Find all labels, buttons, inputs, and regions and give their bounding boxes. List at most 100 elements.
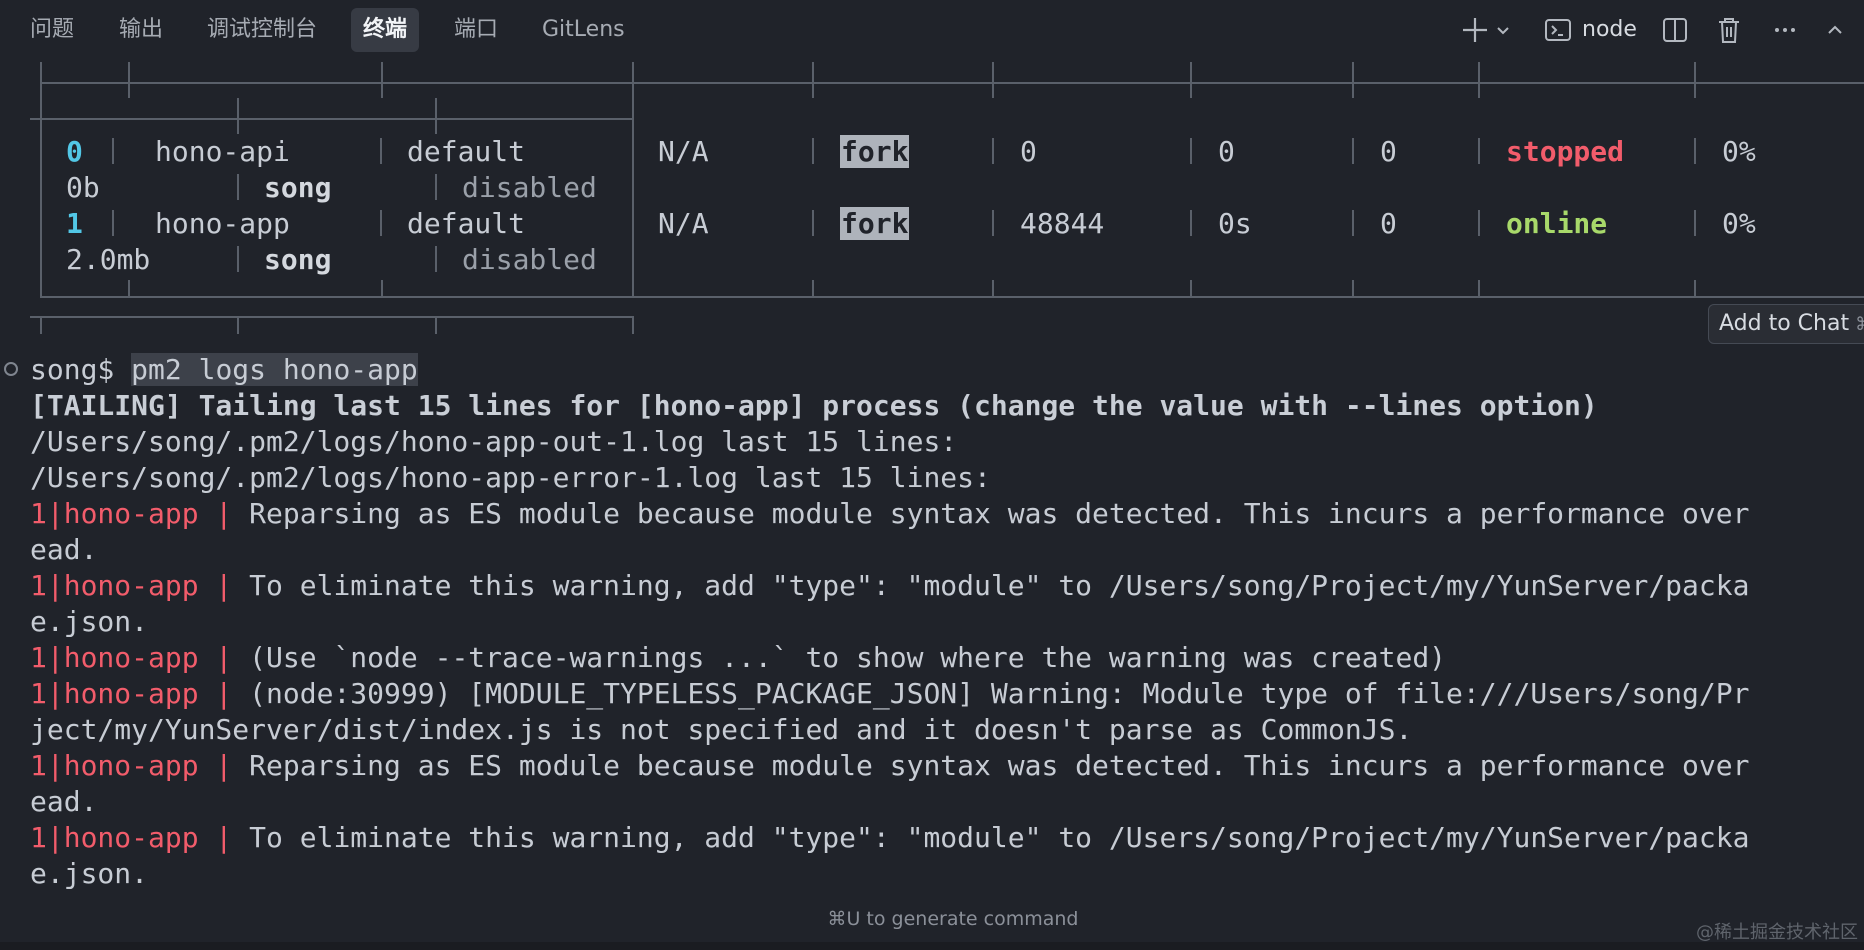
col-sep — [1190, 210, 1192, 236]
col-tick — [1190, 62, 1192, 98]
process-namespace: default — [407, 207, 526, 240]
log-line: ject/my/YunServer/dist/index.js is not s… — [30, 712, 1749, 748]
process-mem: 0b — [66, 171, 100, 204]
command-text: pm2 logs hono-app — [131, 353, 418, 386]
col-tick — [128, 280, 130, 296]
command-line: song$ pm2 logs hono-app — [30, 352, 1749, 388]
col-tick — [1478, 280, 1480, 296]
col-sep — [435, 246, 437, 272]
col-tick — [1190, 280, 1192, 296]
process-user: song — [264, 171, 332, 204]
col-sep — [1694, 210, 1696, 236]
process-mode: fork — [840, 134, 910, 170]
col-tick — [812, 62, 814, 98]
log-text: (node:30999) [MODULE_TYPELESS_PACKAGE_JS… — [249, 677, 1750, 710]
log-prefix: 1|hono-app | — [30, 497, 250, 530]
col-sep — [1352, 138, 1354, 164]
log-prefix: 1|hono-app | — [30, 677, 250, 710]
col-tick — [1694, 280, 1696, 296]
process-pid: 0 — [1020, 135, 1037, 168]
log-prefix: 1|hono-app | — [30, 641, 250, 674]
col-sep — [812, 210, 814, 236]
process-uptime: 0 — [1218, 135, 1235, 168]
log-line: 1|hono-app | To eliminate this warning, … — [30, 820, 1749, 856]
col-tick — [435, 98, 437, 134]
terminal-name[interactable]: node — [1582, 14, 1637, 46]
col-tick — [435, 316, 437, 334]
log-prefix: 1|hono-app | — [30, 569, 250, 602]
tailing-line: [TAILING] Tailing last 15 lines for [hon… — [30, 389, 1598, 422]
mode-badge: fork — [840, 207, 910, 240]
out-log-path: /Users/song/.pm2/logs/hono-app-out-1.log… — [30, 425, 958, 458]
chevron-down-icon[interactable] — [1494, 12, 1512, 48]
tab-terminal[interactable]: 终端 — [351, 8, 420, 52]
col-tick — [237, 316, 239, 334]
col-tick — [128, 62, 130, 98]
process-restarts: 0 — [1380, 135, 1397, 168]
log-text: To eliminate this warning, add "type": "… — [249, 821, 1750, 854]
col-sep — [380, 210, 382, 236]
process-version: N/A — [658, 135, 709, 168]
chevron-up-icon[interactable] — [1822, 12, 1848, 48]
col-sep — [435, 174, 437, 200]
tab-debug-console[interactable]: 调试控制台 — [195, 8, 329, 52]
table-border-mid — [632, 62, 634, 296]
command-status-icon[interactable] — [4, 362, 18, 376]
process-version: N/A — [658, 207, 709, 240]
tab-ports[interactable]: 端口 — [442, 8, 510, 52]
log-line: 1|hono-app | Reparsing as ES module beca… — [30, 496, 1749, 532]
trash-icon[interactable] — [1714, 12, 1744, 48]
col-tick — [1352, 280, 1354, 296]
col-tick — [812, 280, 814, 296]
log-line: 1|hono-app | Reparsing as ES module beca… — [30, 748, 1749, 784]
col-sep — [112, 138, 114, 164]
tab-output[interactable]: 输出 — [107, 8, 175, 52]
log-text: ead. — [30, 533, 98, 566]
log-text: e.json. — [30, 605, 149, 638]
panel-tab-bar: 问题 输出 调试控制台 终端 端口 GitLens node — [0, 0, 1864, 62]
process-pid: 48844 — [1020, 207, 1105, 240]
terminal-icon[interactable] — [1543, 12, 1573, 48]
plus-icon[interactable] — [1460, 12, 1490, 48]
add-to-chat-tooltip[interactable]: Add to Chat⌘ — [1708, 304, 1864, 344]
ellipsis-icon[interactable] — [1770, 12, 1800, 48]
col-tick — [1694, 62, 1696, 98]
process-mem: 2.0mb — [66, 243, 151, 276]
process-cpu: 0% — [1722, 135, 1756, 168]
process-watching: disabled — [462, 243, 597, 276]
process-restarts: 0 — [1380, 207, 1397, 240]
err-log-path: /Users/song/.pm2/logs/hono-app-error-1.l… — [30, 461, 991, 494]
split-icon[interactable] — [1660, 12, 1690, 48]
process-status: online — [1506, 207, 1608, 240]
col-tick — [40, 316, 42, 334]
process-name: hono-app — [155, 207, 290, 240]
process-mode: fork — [840, 206, 910, 242]
table-border-footer — [30, 316, 634, 318]
log-text: e.json. — [30, 857, 149, 890]
log-line: 1|hono-app | To eliminate this warning, … — [30, 568, 1749, 604]
col-sep — [992, 210, 994, 236]
tab-gitlens[interactable]: GitLens — [530, 8, 637, 52]
table-border-inner — [30, 118, 634, 120]
log-line: ead. — [30, 532, 1749, 568]
table-border-left — [40, 62, 42, 296]
col-tick — [381, 280, 383, 296]
log-line: 1|hono-app | (node:30999) [MODULE_TYPELE… — [30, 676, 1749, 712]
col-tick — [632, 316, 634, 334]
log-line: 1|hono-app | (Use `node --trace-warnings… — [30, 640, 1749, 676]
table-border-bottom — [40, 296, 1864, 298]
col-sep — [237, 174, 239, 200]
col-sep — [1352, 210, 1354, 236]
col-sep — [1694, 138, 1696, 164]
log-text: To eliminate this warning, add "type": "… — [249, 569, 1750, 602]
bottom-strip — [0, 942, 1864, 950]
process-name: hono-api — [155, 135, 290, 168]
tab-problems[interactable]: 问题 — [18, 8, 86, 52]
log-text: ead. — [30, 785, 98, 818]
process-namespace: default — [407, 135, 526, 168]
watermark: @稀土掘金技术社区 — [1696, 922, 1858, 943]
col-tick — [381, 62, 383, 98]
terminal-output[interactable]: song$ pm2 logs hono-app [TAILING] Tailin… — [30, 352, 1749, 892]
process-user: song — [264, 243, 332, 276]
generate-command-hint: ⌘U to generate command — [827, 908, 1079, 930]
